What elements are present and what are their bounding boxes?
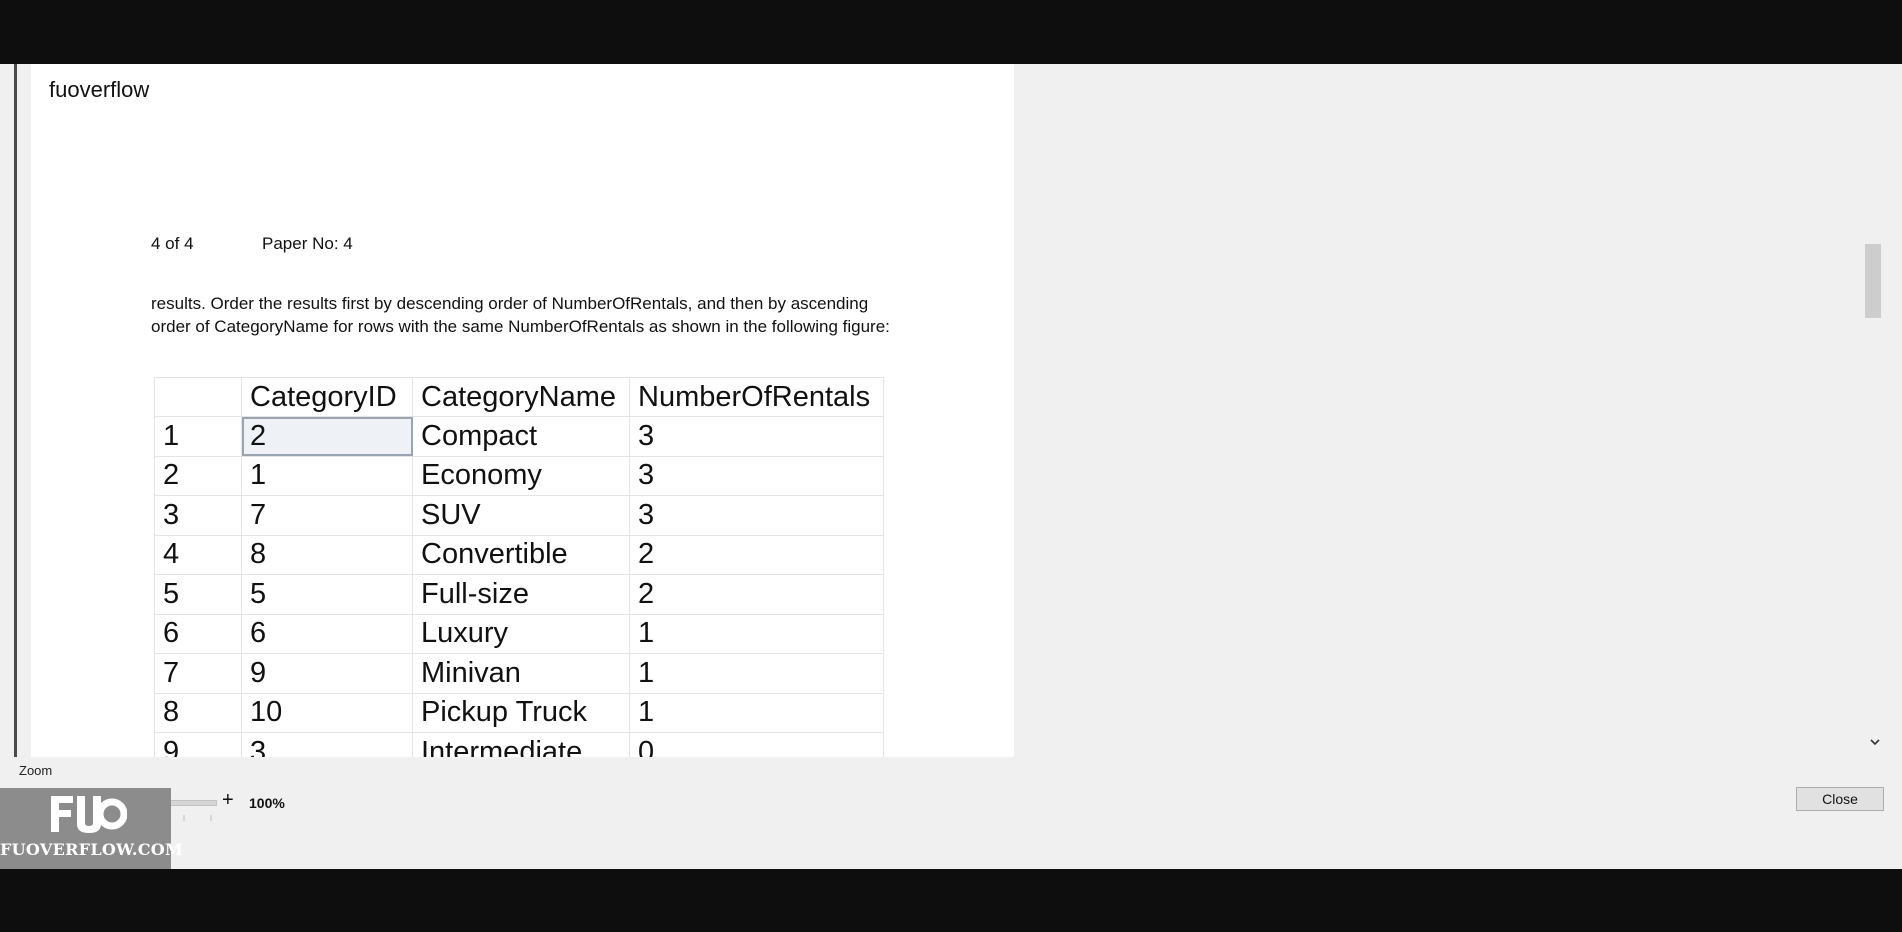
category-id-cell: 6 <box>241 613 413 654</box>
row-number-cell: 6 <box>154 613 242 654</box>
category-name-cell: Economy <box>412 455 630 496</box>
number-of-rentals-cell: 1 <box>629 653 884 694</box>
table-row: 5 5 Full-size 2 <box>154 574 884 615</box>
table-row: 4 8 Convertible 2 <box>154 534 884 575</box>
viewer-pane[interactable]: fuoverflow 4 of 4 Paper No: 4 results. O… <box>0 64 1902 757</box>
number-of-rentals-cell: 3 <box>629 455 884 496</box>
category-id-header: CategoryID <box>241 377 413 417</box>
category-name-cell: Luxury <box>412 613 630 654</box>
table-row: 6 6 Luxury 1 <box>154 613 884 654</box>
scrollbar-thumb[interactable] <box>1865 244 1881 318</box>
fuo-logo-icon <box>51 796 127 833</box>
category-name-cell: Convertible <box>412 534 630 575</box>
row-number-cell: 7 <box>154 653 242 694</box>
number-of-rentals-cell: 2 <box>629 534 884 575</box>
table-row: 7 9 Minivan 1 <box>154 653 884 694</box>
category-name-header: CategoryName <box>412 377 630 417</box>
category-id-cell: 9 <box>241 653 413 694</box>
category-name-cell: Minivan <box>412 653 630 694</box>
category-id-cell: 5 <box>241 574 413 615</box>
page-count: 4 of 4 <box>151 234 194 253</box>
category-name-cell: Intermediate <box>412 732 630 757</box>
zoom-value: 100% <box>249 795 285 811</box>
table-row: 8 10 Pickup Truck 1 <box>154 692 884 733</box>
row-number-cell: 4 <box>154 534 242 575</box>
chevron-down-icon[interactable] <box>1869 735 1881 749</box>
document-viewer-window: fuoverflow 4 of 4 Paper No: 4 results. O… <box>0 64 1902 869</box>
row-number-cell: 8 <box>154 692 242 733</box>
number-of-rentals-cell: 0 <box>629 732 884 757</box>
table-row: 2 1 Economy 3 <box>154 455 884 496</box>
left-border <box>14 64 17 757</box>
table-header-row: CategoryID CategoryName NumberOfRentals <box>154 377 884 417</box>
category-name-cell: Compact <box>412 416 630 457</box>
table-row: 9 3 Intermediate 0 <box>154 732 884 757</box>
table-row: 3 7 SUV 3 <box>154 495 884 536</box>
number-of-rentals-cell: 2 <box>629 574 884 615</box>
zoom-in-button[interactable]: + <box>222 789 234 812</box>
number-of-rentals-cell: 1 <box>629 613 884 654</box>
question-text: results. Order the results first by desc… <box>151 294 890 336</box>
row-number-cell: 2 <box>154 455 242 496</box>
category-id-cell: 3 <box>241 732 413 757</box>
paper-number: Paper No: 4 <box>262 234 353 253</box>
watermark-text: FUOVERFLOW.COM <box>0 840 184 859</box>
close-button[interactable]: Close <box>1796 787 1884 811</box>
row-number-cell: 1 <box>154 416 242 457</box>
category-id-cell: 1 <box>241 455 413 496</box>
vertical-scrollbar[interactable] <box>1863 64 1883 757</box>
document-page: fuoverflow 4 of 4 Paper No: 4 results. O… <box>31 64 1014 757</box>
zoom-label: Zoom <box>19 763 53 778</box>
number-of-rentals-cell: 3 <box>629 416 884 457</box>
category-id-cell: 10 <box>241 692 413 733</box>
row-number-cell: 9 <box>154 732 242 757</box>
category-id-cell: 8 <box>241 534 413 575</box>
number-of-rentals-cell: 3 <box>629 495 884 536</box>
category-name-cell: Full-size <box>412 574 630 615</box>
number-of-rentals-header: NumberOfRentals <box>629 377 884 417</box>
category-name-cell: SUV <box>412 495 630 536</box>
result-table: CategoryID CategoryName NumberOfRentals … <box>154 377 884 757</box>
brand-label: fuoverflow <box>42 73 157 107</box>
row-number-header <box>154 377 242 417</box>
category-id-cell-selected: 2 <box>241 416 413 457</box>
category-id-cell: 7 <box>241 495 413 536</box>
watermark-logo: FUOVERFLOW.COM <box>0 788 184 869</box>
number-of-rentals-cell: 1 <box>629 692 884 733</box>
category-name-cell: Pickup Truck <box>412 692 630 733</box>
table-row: 1 2 Compact 3 <box>154 416 884 457</box>
row-number-cell: 3 <box>154 495 242 536</box>
row-number-cell: 5 <box>154 574 242 615</box>
